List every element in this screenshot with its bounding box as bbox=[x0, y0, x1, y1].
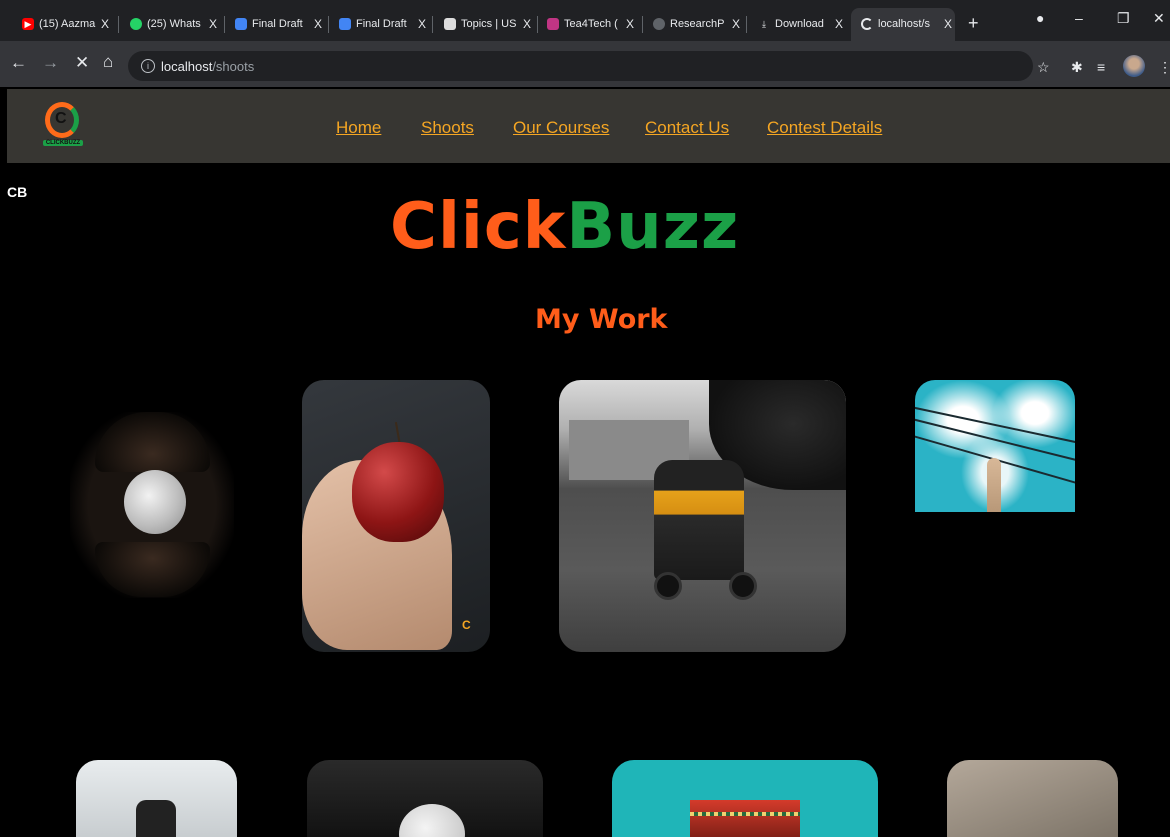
nav-our-courses[interactable]: Our Courses bbox=[513, 118, 609, 138]
home-icon[interactable]: ⌂ bbox=[103, 52, 113, 72]
tab-separator bbox=[118, 16, 119, 33]
photo-rickshaw bbox=[654, 460, 744, 580]
close-tab-icon[interactable]: X bbox=[626, 17, 634, 31]
menu-icon[interactable]: ⋮ bbox=[1158, 59, 1170, 76]
photo-bottom-2[interactable] bbox=[307, 760, 543, 837]
docs-icon bbox=[339, 18, 351, 30]
photo-moon bbox=[124, 470, 186, 534]
panda-icon bbox=[444, 18, 456, 30]
docs-icon bbox=[235, 18, 247, 30]
corner-label: CB bbox=[7, 184, 28, 200]
photo-bottom-1[interactable] bbox=[76, 760, 237, 837]
instagram-icon bbox=[547, 18, 559, 30]
tab-separator bbox=[432, 16, 433, 33]
tab-topics[interactable]: Topics | US X bbox=[444, 12, 531, 36]
photo-auto-rickshaw[interactable] bbox=[559, 380, 846, 652]
minimize-icon[interactable]: – bbox=[1075, 10, 1083, 26]
loading-icon bbox=[861, 18, 873, 30]
photo-apple-in-hand[interactable]: C bbox=[302, 380, 490, 652]
whatsapp-icon bbox=[130, 18, 142, 30]
restore-icon[interactable]: ❐ bbox=[1117, 10, 1130, 27]
close-tab-icon[interactable]: X bbox=[209, 17, 217, 31]
nav-home[interactable]: Home bbox=[336, 118, 381, 138]
photo-arch bbox=[690, 800, 800, 837]
url-host: localhost bbox=[161, 59, 213, 74]
nav-contest-details[interactable]: Contest Details bbox=[767, 118, 882, 138]
brand-title: ClickBuzz bbox=[390, 190, 739, 264]
photo-bottom-4[interactable] bbox=[947, 760, 1118, 837]
brand-title-buzz: Buzz bbox=[566, 190, 740, 264]
tab-instagram[interactable]: Tea4Tech ( X bbox=[547, 12, 634, 36]
reading-list-icon[interactable]: ≡ bbox=[1097, 59, 1105, 75]
close-tab-icon[interactable]: X bbox=[314, 17, 322, 31]
photo-object bbox=[136, 800, 176, 837]
photo-moon-in-hands[interactable] bbox=[70, 412, 234, 598]
new-tab-button[interactable]: + bbox=[968, 13, 979, 34]
tab-separator bbox=[537, 16, 538, 33]
photo-wheel bbox=[729, 572, 757, 600]
tab-title: Tea4Tech ( bbox=[564, 18, 618, 30]
tab-docs-1[interactable]: Final Draft X bbox=[235, 12, 322, 36]
tab-research[interactable]: ResearchP X bbox=[653, 12, 740, 36]
tab-title: Final Draft bbox=[252, 18, 303, 30]
tab-separator bbox=[642, 16, 643, 33]
tab-title: (15) Aazma bbox=[39, 18, 96, 30]
close-tab-icon[interactable]: X bbox=[835, 17, 843, 31]
tab-title: Topics | US bbox=[461, 18, 517, 30]
photo-bottom-3[interactable] bbox=[612, 760, 878, 837]
photo-hand-top bbox=[95, 412, 210, 472]
photo-sky-minaret[interactable] bbox=[915, 380, 1075, 512]
close-tab-icon[interactable]: X bbox=[418, 17, 426, 31]
tab-youtube[interactable]: ▶ (15) Aazma X bbox=[22, 12, 109, 36]
close-tab-icon[interactable]: X bbox=[944, 17, 952, 31]
nav-shoots[interactable]: Shoots bbox=[421, 118, 474, 138]
back-icon[interactable]: ← bbox=[10, 53, 27, 73]
site-info-icon[interactable]: i bbox=[141, 59, 155, 73]
close-tab-icon[interactable]: X bbox=[732, 17, 740, 31]
tab-separator bbox=[746, 16, 747, 33]
close-tab-icon[interactable]: X bbox=[523, 17, 531, 31]
tab-title: Final Draft bbox=[356, 18, 407, 30]
tab-whatsapp[interactable]: (25) Whats X bbox=[130, 12, 217, 36]
tab-separator bbox=[328, 16, 329, 33]
brand-title-click: Click bbox=[390, 190, 567, 264]
download-icon: ⤓ bbox=[762, 18, 766, 29]
globe-icon bbox=[653, 18, 665, 30]
tab-localhost[interactable]: localhost/s X bbox=[861, 12, 952, 36]
photo-hand-bottom bbox=[95, 542, 210, 597]
tab-title: ResearchP bbox=[670, 18, 725, 30]
nav-contact-us[interactable]: Contact Us bbox=[645, 118, 729, 138]
clickbuzz-logo[interactable]: C CLICKBUZZ bbox=[43, 102, 83, 152]
window-close-icon[interactable]: ✕ bbox=[1153, 10, 1165, 27]
youtube-icon: ▶ bbox=[22, 18, 34, 30]
forward-icon[interactable]: → bbox=[42, 53, 59, 73]
tab-title: Download bbox=[775, 18, 824, 30]
logo-letter: C bbox=[55, 110, 67, 127]
photo-arch-trim bbox=[690, 812, 800, 816]
media-control-icon[interactable]: ● bbox=[1036, 10, 1044, 26]
tab-docs-2[interactable]: Final Draft X bbox=[339, 12, 426, 36]
section-title: My Work bbox=[535, 304, 668, 335]
url-path: /shoots bbox=[212, 59, 255, 74]
extensions-icon[interactable]: ✱ bbox=[1071, 59, 1083, 76]
tab-downloads[interactable]: ⤓ Download X bbox=[758, 12, 843, 36]
photo-egg bbox=[399, 804, 465, 837]
logo-caption: CLICKBUZZ bbox=[43, 140, 83, 146]
photo-minaret bbox=[987, 458, 1001, 512]
stop-loading-icon[interactable]: ✕ bbox=[75, 53, 89, 73]
photo-watermark: C bbox=[462, 618, 471, 632]
tab-title: (25) Whats bbox=[147, 18, 201, 30]
tab-title: localhost/s bbox=[878, 18, 930, 30]
photo-wheel bbox=[654, 572, 682, 600]
bookmark-star-icon[interactable]: ☆ bbox=[1037, 59, 1050, 76]
url-text[interactable]: localhost/shoots bbox=[161, 59, 254, 74]
profile-avatar[interactable] bbox=[1123, 55, 1145, 77]
photo-apple bbox=[352, 442, 444, 542]
address-bar[interactable] bbox=[128, 51, 1033, 81]
tab-separator bbox=[224, 16, 225, 33]
close-tab-icon[interactable]: X bbox=[101, 17, 109, 31]
